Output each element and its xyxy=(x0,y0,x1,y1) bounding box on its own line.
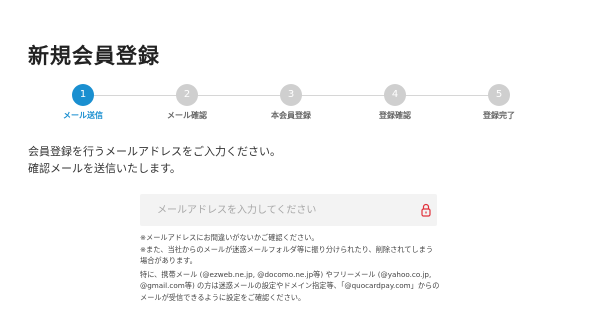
email-field-container xyxy=(140,194,437,226)
note-line: ※また、当社からのメールが迷惑メールフォルダ等に振り分けられたり、削除されてしま… xyxy=(140,244,434,266)
step-number: 4 xyxy=(384,84,406,106)
step-label: 登録完了 xyxy=(483,111,515,120)
step-5: 5 登録完了 xyxy=(462,84,536,121)
step-number: 5 xyxy=(488,84,510,106)
step-label: 登録確認 xyxy=(379,111,411,120)
note-line: 特に、携帯メール (@ezweb.ne.jp, @docomo.ne.jp等) … xyxy=(140,269,440,302)
intro-text: 会員登録を行うメールアドレスをご入力ください。 確認メールを送信いたします。 xyxy=(28,143,281,177)
page-title: 新規会員登録 xyxy=(28,44,160,69)
intro-line: 確認メールを送信いたします。 xyxy=(28,162,181,175)
step-number: 3 xyxy=(280,84,302,106)
step-label: 本会員登録 xyxy=(271,111,311,120)
step-number: 1 xyxy=(72,84,94,106)
step-number: 2 xyxy=(176,84,198,106)
step-2: 2 メール確認 xyxy=(150,84,224,121)
email-notes: ※メールアドレスにお間違いがないかご確認ください。 ※また、当社からのメールが迷… xyxy=(140,232,440,303)
progress-stepper: 1 メール送信 2 メール確認 3 本会員登録 4 登録確認 5 登録完了 xyxy=(46,84,546,124)
lock-icon xyxy=(421,203,431,217)
email-input[interactable] xyxy=(140,194,410,226)
step-label: メール送信 xyxy=(63,111,103,120)
step-4: 4 登録確認 xyxy=(358,84,432,121)
intro-line: 会員登録を行うメールアドレスをご入力ください。 xyxy=(28,145,281,158)
note-line: ※メールアドレスにお間違いがないかご確認ください。 xyxy=(140,233,319,242)
step-label: メール確認 xyxy=(167,111,207,120)
step-3: 3 本会員登録 xyxy=(254,84,328,121)
step-1: 1 メール送信 xyxy=(46,84,120,121)
registration-page: 新規会員登録 1 メール送信 2 メール確認 3 本会員登録 4 登録確認 5 … xyxy=(0,0,600,334)
